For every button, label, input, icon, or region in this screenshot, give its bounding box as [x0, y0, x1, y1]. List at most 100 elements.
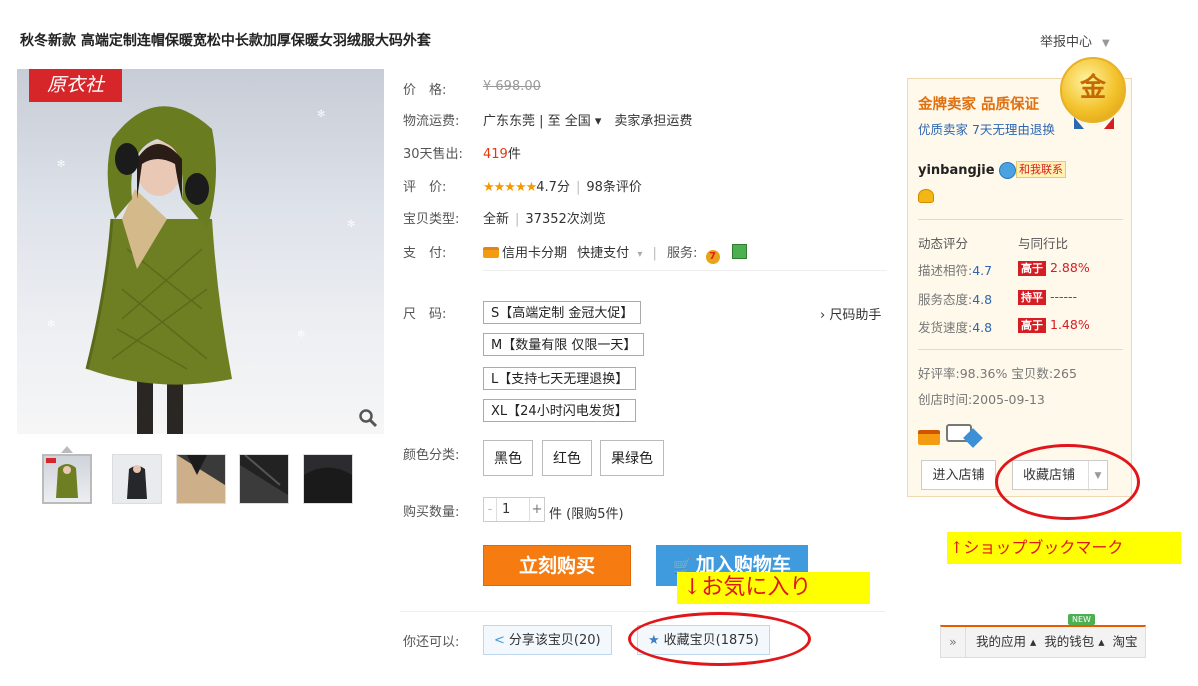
rating-label: 评 价:	[403, 180, 447, 195]
rating-value[interactable]: ★★★★★4.7分 | 98条评价	[483, 176, 642, 195]
thumbnail-image	[177, 455, 225, 503]
thumbnail-2[interactable]	[112, 454, 162, 504]
size-label: 尺 码:	[403, 307, 447, 322]
enter-shop-button[interactable]: 进入店铺	[921, 460, 996, 490]
shipping-value[interactable]: 广东东莞 | 至 全国 ▾ 卖家承担运费	[483, 110, 692, 129]
seller-name[interactable]: yinbangjie	[918, 163, 995, 178]
size-option-m[interactable]: M【数量有限 仅限一天】	[483, 333, 645, 356]
new-badge: NEW	[1068, 614, 1095, 625]
thumbnail-5[interactable]	[303, 454, 353, 504]
installment-label: 信用卡分期	[502, 246, 568, 261]
thumbnail-image	[127, 465, 147, 499]
type-value: 全新 | 37352次浏览	[483, 212, 606, 227]
sales-label: 30天售出:	[403, 147, 463, 162]
dropdown-icon[interactable]: ▾	[637, 249, 642, 260]
rating-reviews: 98条评价	[586, 180, 642, 195]
divider	[918, 219, 1123, 220]
color-label: 颜色分类:	[403, 448, 460, 463]
quantity-stepper[interactable]: - 1 +	[483, 497, 545, 522]
divider	[400, 611, 885, 612]
sales-value: 419件	[483, 143, 521, 162]
contact-seller-button[interactable]: 和我联系	[1016, 161, 1066, 178]
thumbnail-image	[240, 455, 288, 503]
size-option-xl[interactable]: XL【24小时闪电发货】	[483, 399, 636, 422]
share-prompt-label: 你还可以:	[403, 635, 460, 650]
item-count: 宝贝数:265	[1011, 366, 1077, 381]
rating-compare-shipping: 高于 1.48%	[1018, 317, 1090, 333]
seller-info-panel: 金牌卖家 品质保证 优质卖家 7天无理由退换 金 yinbangjie 和我联系…	[907, 57, 1132, 497]
buy-now-button[interactable]: 立刻购买	[483, 545, 631, 586]
good-rate: 好评率:98.36%	[918, 366, 1008, 381]
payment-label: 支 付:	[403, 246, 447, 261]
share-label: 分享该宝贝(20)	[508, 633, 601, 648]
rating-row-description: 描述相符:4.7	[918, 263, 993, 278]
brand-logo: 原衣社	[29, 69, 122, 102]
quantity-label: 购买数量:	[403, 505, 460, 520]
rating-compare-description: 高于 2.88%	[1018, 260, 1090, 276]
size-option-l[interactable]: L【支持七天无理退换】	[483, 367, 637, 390]
sales-unit: 件	[507, 147, 521, 162]
chevron-down-icon: ▼	[1102, 38, 1110, 49]
thumbnail-4[interactable]	[239, 454, 289, 504]
share-icon: <	[494, 633, 505, 648]
credit-card-icon	[918, 430, 940, 445]
app-toolbar: » 我的应用 ▴ 我的钱包 ▴ 淘宝	[940, 625, 1146, 658]
thumbnail-image	[46, 458, 78, 498]
price-label: 价 格:	[403, 83, 447, 98]
guarantee-icon[interactable]	[731, 244, 747, 259]
my-apps-menu[interactable]: 我的应用 ▴	[976, 634, 1036, 649]
thumbnail-3[interactable]	[176, 454, 226, 504]
ribbon-red-icon	[1104, 117, 1114, 129]
shop-bookmark-annotation: ↑ショップブックマーク	[947, 532, 1181, 564]
color-option-red[interactable]: 红色	[542, 440, 592, 476]
star-rating-icon: ★★★★★	[483, 180, 537, 195]
crown-level-icon	[918, 189, 934, 203]
my-wallet-menu[interactable]: 我的钱包 ▴	[1044, 634, 1104, 649]
type-label: 宝贝类型:	[403, 212, 460, 227]
main-product-image[interactable]: ✻ ✻ ✻ ✻ ✻ 原衣社	[17, 69, 384, 434]
size-helper-link[interactable]: › 尺码助手	[820, 304, 881, 323]
condition-value: 全新	[483, 212, 510, 227]
shop-founded: 创店时间:2005-09-13	[918, 392, 1045, 407]
rating-row-shipping: 发货速度:4.8	[918, 320, 993, 335]
product-title: 秋冬新款 高端定制连帽保暖宽松中长款加厚保暖女羽绒服大码外套	[20, 33, 431, 49]
plus-icon[interactable]: +	[529, 498, 544, 521]
minus-icon[interactable]: -	[484, 498, 497, 521]
shop-stats: 好评率:98.36% 宝贝数:265	[918, 363, 1077, 382]
seven-day-return-icon[interactable]: 7	[705, 250, 720, 264]
gold-seller-subtitle: 优质卖家 7天无理由退换	[918, 122, 1055, 137]
thumbnail-1[interactable]	[42, 454, 92, 504]
report-center-link[interactable]: 举报中心 ▼	[1040, 31, 1110, 50]
ribbon-blue-icon	[1074, 117, 1084, 129]
rating-compare-service: 持平 ------	[1018, 289, 1077, 305]
view-count: 37352次浏览	[525, 212, 606, 227]
quantity-input[interactable]: 1	[502, 498, 510, 521]
wangwang-icon[interactable]	[999, 162, 1016, 179]
thumbnail-pointer	[61, 446, 73, 453]
color-option-black[interactable]: 黑色	[483, 440, 533, 476]
taobao-menu[interactable]: 淘宝	[1112, 634, 1137, 649]
size-option-s[interactable]: S【高端定制 金冠大促】	[483, 301, 642, 324]
services-label: 服务:	[667, 246, 698, 261]
magnifier-icon[interactable]	[358, 408, 378, 428]
expand-icon[interactable]: »	[941, 627, 966, 657]
sales-count: 419	[483, 147, 508, 162]
report-center-label: 举报中心	[1040, 35, 1093, 50]
rating-tag: 高于	[1018, 318, 1046, 333]
rating-tag: 持平	[1018, 290, 1046, 305]
gold-seller-title: 金牌卖家 品质保证	[918, 97, 1040, 113]
credit-card-icon	[483, 247, 499, 258]
color-option-green[interactable]: 果绿色	[600, 440, 664, 476]
share-button[interactable]: < 分享该宝贝(20)	[483, 625, 612, 655]
compare-header: 与同行比	[1018, 236, 1069, 251]
gold-medal-icon: 金	[1060, 57, 1126, 123]
dsr-header: 动态评分	[918, 236, 969, 251]
favorite-annotation: ↓お気に入り	[677, 572, 870, 604]
shipping-label: 物流运费:	[403, 114, 460, 129]
payment-value: 信用卡分期 快捷支付 ▾ | 服务: 7	[483, 242, 747, 264]
rating-row-service: 服务态度:4.8	[918, 292, 993, 307]
highlight-circle	[995, 444, 1140, 520]
rating-tag: 高于	[1018, 261, 1046, 276]
price-value: ¥ 698.00	[483, 79, 541, 94]
thumbnail-image	[304, 467, 352, 503]
